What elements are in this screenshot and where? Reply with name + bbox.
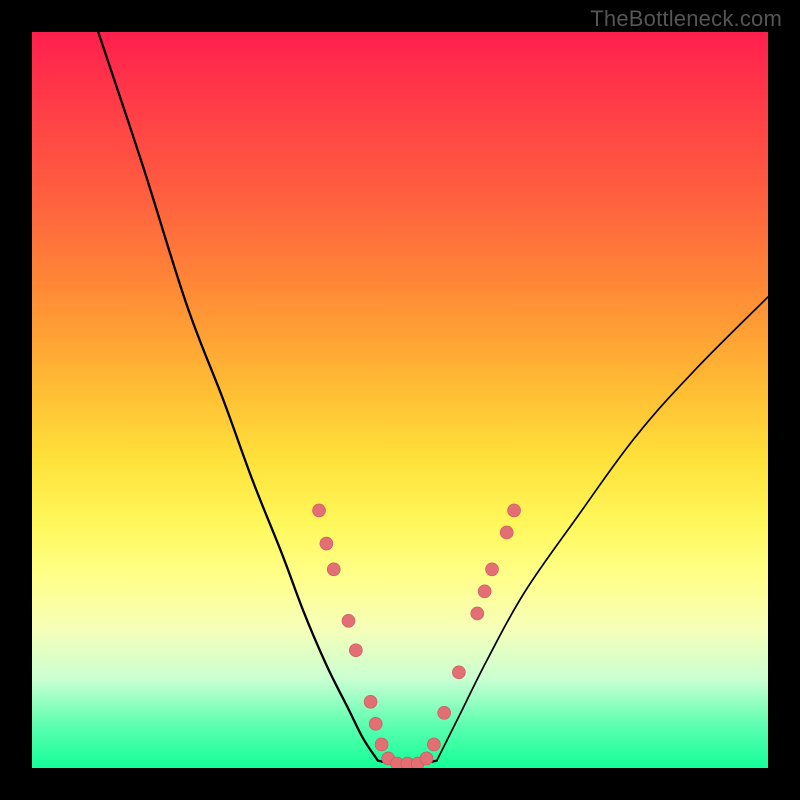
right-curve [437,297,768,761]
chart-marker [486,563,499,576]
chart-markers [313,504,521,768]
chart-marker [452,666,465,679]
chart-marker [320,537,333,550]
chart-marker [438,706,451,719]
chart-marker [471,607,484,620]
chart-marker [313,504,326,517]
chart-marker [327,563,340,576]
chart-marker [420,752,433,765]
chart-svg [32,32,768,768]
chart-marker [427,738,440,751]
chart-marker [369,717,382,730]
chart-frame: TheBottleneck.com [0,0,800,800]
left-curve [98,32,378,761]
plot-area [32,32,768,768]
chart-marker [349,644,362,657]
chart-marker [500,526,513,539]
chart-marker [342,614,355,627]
attribution-text: TheBottleneck.com [590,6,782,32]
chart-marker [478,585,491,598]
chart-marker [364,695,377,708]
chart-marker [375,738,388,751]
chart-marker [508,504,521,517]
